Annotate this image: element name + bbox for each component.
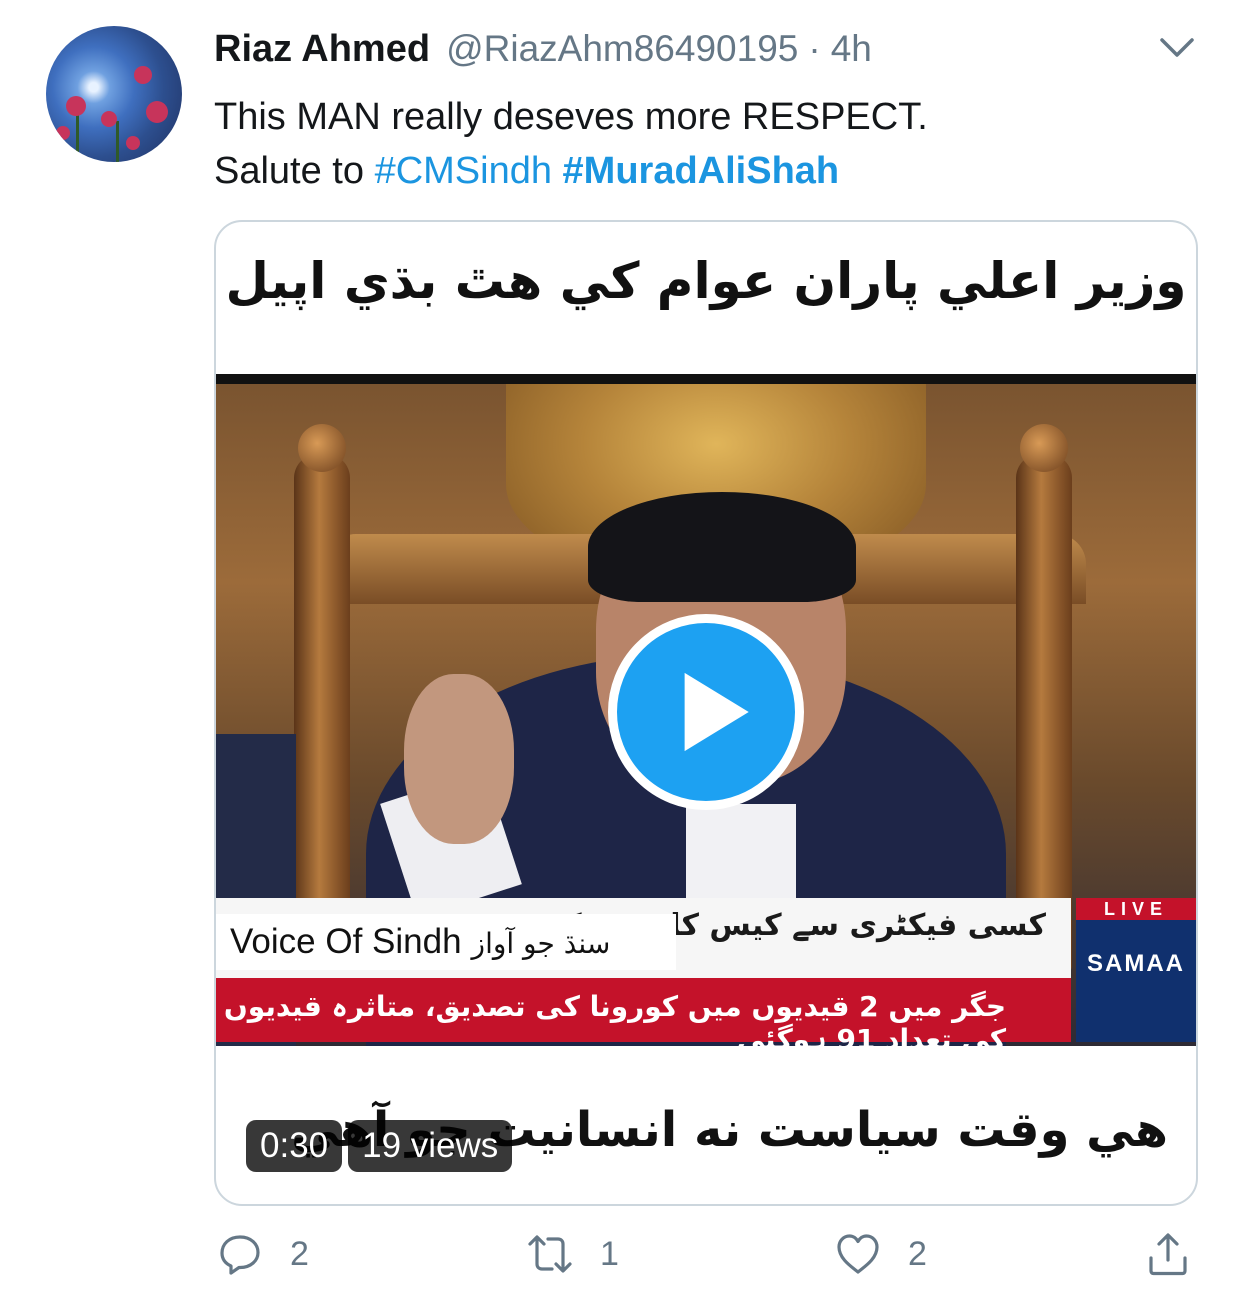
chair-knob-left — [298, 424, 346, 472]
user-handle[interactable]: @RiazAhm86490195 — [446, 28, 798, 70]
retweet-button[interactable]: 1 — [526, 1230, 619, 1278]
share-button[interactable] — [1144, 1230, 1192, 1278]
avatar-detail — [101, 111, 117, 127]
avatar-detail — [66, 96, 86, 116]
reply-button[interactable]: 2 — [216, 1230, 309, 1278]
chair-post-right — [1016, 454, 1072, 974]
like-count: 2 — [908, 1234, 927, 1273]
tweet-timestamp[interactable]: 4h — [831, 28, 872, 70]
avatar-detail — [146, 101, 168, 123]
retweet-count: 1 — [600, 1234, 619, 1273]
chair-knob-right — [1020, 424, 1068, 472]
video-views: 19 views — [348, 1120, 513, 1172]
separator-dot: · — [808, 28, 821, 69]
ticker-line2: جگر میں 2 قیدیوں میں کورونا کی تصدیق، مت… — [223, 990, 1006, 1046]
tweet-text-line1: This MAN really deseves more RESPECT. — [214, 96, 928, 138]
watermark-sindhi: سنڌ جو آواز — [471, 927, 611, 960]
chevron-down-icon[interactable] — [1158, 34, 1196, 62]
tweet-actions: 2 1 2 — [214, 1230, 1204, 1290]
avatar-detail — [126, 136, 140, 150]
reply-count: 2 — [290, 1234, 309, 1273]
hashtag-link[interactable]: #MuradAliShah — [563, 150, 840, 192]
video-player[interactable]: وزير اعلي پاران عوام کي هٿ بڌي اپيل کسی … — [214, 220, 1198, 1206]
like-button[interactable]: 2 — [834, 1230, 927, 1278]
display-name[interactable]: Riaz Ahmed — [214, 28, 430, 71]
channel-name: SAMAA — [1087, 950, 1185, 977]
tweet-text-prefix: Salute to — [214, 150, 375, 192]
like-icon — [837, 1234, 879, 1274]
share-icon — [1149, 1233, 1187, 1276]
speaker-hand — [404, 674, 514, 844]
avatar-detail — [116, 121, 119, 162]
live-label: LIVE — [1076, 898, 1196, 920]
hashtag-link[interactable]: #CMSindh — [375, 150, 552, 192]
retweet-icon — [528, 1235, 572, 1273]
watermark-english: Voice Of Sindh — [230, 922, 462, 961]
chair-post-left — [294, 454, 350, 974]
video-headline-top: وزير اعلي پاران عوام کي هٿ بڌي اپيل — [225, 252, 1187, 310]
play-button[interactable] — [608, 614, 804, 810]
play-icon — [684, 672, 749, 752]
speaker-hair — [588, 492, 856, 602]
tweet-text-line2: Salute to #CMSindh #MuradAliShah — [214, 144, 928, 198]
avatar-detail — [134, 66, 152, 84]
reply-icon — [220, 1235, 260, 1275]
tweet-text: This MAN really deseves more RESPECT. Sa… — [214, 90, 928, 198]
video-badges: 0:30 19 views — [246, 1120, 513, 1172]
tweet-header: Riaz Ahmed @RiazAhm86490195 · 4h — [214, 28, 872, 78]
avatar-detail — [56, 126, 70, 140]
watermark: Voice Of Sindh سنڌ جو آواز — [216, 914, 676, 970]
video-duration: 0:30 — [246, 1120, 343, 1172]
avatar[interactable] — [46, 26, 182, 162]
